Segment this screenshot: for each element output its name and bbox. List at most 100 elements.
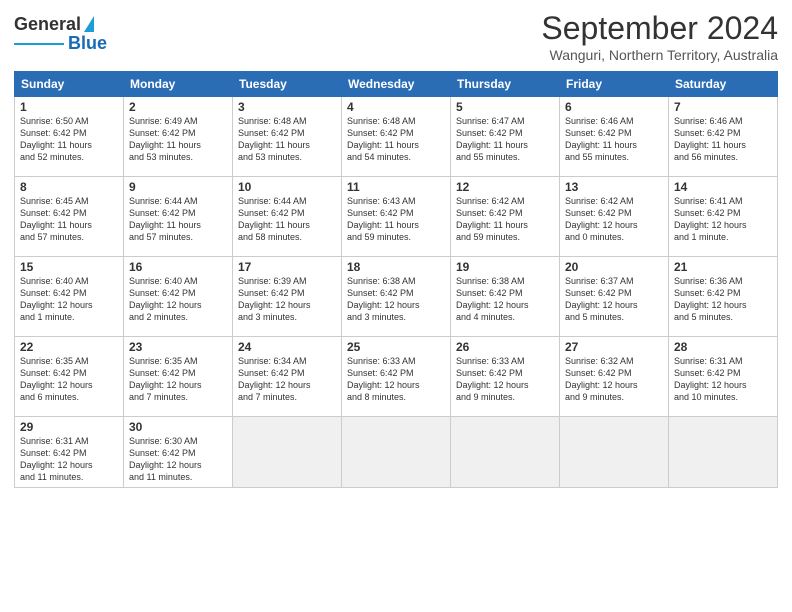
- month-title: September 2024: [541, 10, 778, 47]
- day-info: Sunrise: 6:30 AM Sunset: 6:42 PM Dayligh…: [129, 435, 227, 484]
- table-row: 4Sunrise: 6:48 AM Sunset: 6:42 PM Daylig…: [342, 97, 451, 177]
- day-number: 20: [565, 260, 663, 274]
- day-number: 21: [674, 260, 772, 274]
- table-row: 14Sunrise: 6:41 AM Sunset: 6:42 PM Dayli…: [669, 177, 778, 257]
- table-row: [342, 417, 451, 488]
- day-info: Sunrise: 6:48 AM Sunset: 6:42 PM Dayligh…: [347, 115, 445, 164]
- table-row: 27Sunrise: 6:32 AM Sunset: 6:42 PM Dayli…: [560, 337, 669, 417]
- day-number: 13: [565, 180, 663, 194]
- day-number: 30: [129, 420, 227, 434]
- header-friday: Friday: [560, 72, 669, 97]
- day-info: Sunrise: 6:42 AM Sunset: 6:42 PM Dayligh…: [565, 195, 663, 244]
- day-number: 22: [20, 340, 118, 354]
- day-info: Sunrise: 6:34 AM Sunset: 6:42 PM Dayligh…: [238, 355, 336, 404]
- table-row: 23Sunrise: 6:35 AM Sunset: 6:42 PM Dayli…: [124, 337, 233, 417]
- table-row: 1Sunrise: 6:50 AM Sunset: 6:42 PM Daylig…: [15, 97, 124, 177]
- table-row: 13Sunrise: 6:42 AM Sunset: 6:42 PM Dayli…: [560, 177, 669, 257]
- day-number: 6: [565, 100, 663, 114]
- day-info: Sunrise: 6:46 AM Sunset: 6:42 PM Dayligh…: [674, 115, 772, 164]
- day-info: Sunrise: 6:35 AM Sunset: 6:42 PM Dayligh…: [20, 355, 118, 404]
- table-row: 2Sunrise: 6:49 AM Sunset: 6:42 PM Daylig…: [124, 97, 233, 177]
- day-info: Sunrise: 6:37 AM Sunset: 6:42 PM Dayligh…: [565, 275, 663, 324]
- table-row: 7Sunrise: 6:46 AM Sunset: 6:42 PM Daylig…: [669, 97, 778, 177]
- day-number: 26: [456, 340, 554, 354]
- day-info: Sunrise: 6:32 AM Sunset: 6:42 PM Dayligh…: [565, 355, 663, 404]
- day-number: 2: [129, 100, 227, 114]
- day-info: Sunrise: 6:45 AM Sunset: 6:42 PM Dayligh…: [20, 195, 118, 244]
- page: General Blue September 2024 Wanguri, Nor…: [0, 0, 792, 612]
- day-info: Sunrise: 6:42 AM Sunset: 6:42 PM Dayligh…: [456, 195, 554, 244]
- table-row: 21Sunrise: 6:36 AM Sunset: 6:42 PM Dayli…: [669, 257, 778, 337]
- day-info: Sunrise: 6:44 AM Sunset: 6:42 PM Dayligh…: [129, 195, 227, 244]
- day-number: 29: [20, 420, 118, 434]
- logo-general: General: [14, 14, 81, 35]
- day-number: 19: [456, 260, 554, 274]
- day-number: 14: [674, 180, 772, 194]
- table-row: 17Sunrise: 6:39 AM Sunset: 6:42 PM Dayli…: [233, 257, 342, 337]
- table-row: 3Sunrise: 6:48 AM Sunset: 6:42 PM Daylig…: [233, 97, 342, 177]
- day-info: Sunrise: 6:50 AM Sunset: 6:42 PM Dayligh…: [20, 115, 118, 164]
- header: General Blue September 2024 Wanguri, Nor…: [14, 10, 778, 63]
- table-row: 22Sunrise: 6:35 AM Sunset: 6:42 PM Dayli…: [15, 337, 124, 417]
- day-info: Sunrise: 6:35 AM Sunset: 6:42 PM Dayligh…: [129, 355, 227, 404]
- table-row: 8Sunrise: 6:45 AM Sunset: 6:42 PM Daylig…: [15, 177, 124, 257]
- day-info: Sunrise: 6:40 AM Sunset: 6:42 PM Dayligh…: [20, 275, 118, 324]
- table-row: 16Sunrise: 6:40 AM Sunset: 6:42 PM Dayli…: [124, 257, 233, 337]
- day-info: Sunrise: 6:40 AM Sunset: 6:42 PM Dayligh…: [129, 275, 227, 324]
- table-row: 20Sunrise: 6:37 AM Sunset: 6:42 PM Dayli…: [560, 257, 669, 337]
- day-number: 18: [347, 260, 445, 274]
- day-info: Sunrise: 6:38 AM Sunset: 6:42 PM Dayligh…: [347, 275, 445, 324]
- day-number: 24: [238, 340, 336, 354]
- day-info: Sunrise: 6:46 AM Sunset: 6:42 PM Dayligh…: [565, 115, 663, 164]
- day-number: 9: [129, 180, 227, 194]
- day-number: 1: [20, 100, 118, 114]
- day-info: Sunrise: 6:33 AM Sunset: 6:42 PM Dayligh…: [456, 355, 554, 404]
- header-thursday: Thursday: [451, 72, 560, 97]
- table-row: 25Sunrise: 6:33 AM Sunset: 6:42 PM Dayli…: [342, 337, 451, 417]
- header-sunday: Sunday: [15, 72, 124, 97]
- calendar-header-row: Sunday Monday Tuesday Wednesday Thursday…: [15, 72, 778, 97]
- day-info: Sunrise: 6:41 AM Sunset: 6:42 PM Dayligh…: [674, 195, 772, 244]
- logo-triangle-icon: [84, 16, 94, 32]
- day-number: 10: [238, 180, 336, 194]
- table-row: 26Sunrise: 6:33 AM Sunset: 6:42 PM Dayli…: [451, 337, 560, 417]
- day-number: 11: [347, 180, 445, 194]
- header-tuesday: Tuesday: [233, 72, 342, 97]
- day-number: 27: [565, 340, 663, 354]
- logo-line: [14, 43, 64, 45]
- day-number: 8: [20, 180, 118, 194]
- table-row: 6Sunrise: 6:46 AM Sunset: 6:42 PM Daylig…: [560, 97, 669, 177]
- day-number: 5: [456, 100, 554, 114]
- day-info: Sunrise: 6:36 AM Sunset: 6:42 PM Dayligh…: [674, 275, 772, 324]
- header-monday: Monday: [124, 72, 233, 97]
- calendar-table: Sunday Monday Tuesday Wednesday Thursday…: [14, 71, 778, 488]
- table-row: [669, 417, 778, 488]
- logo: General Blue: [14, 14, 107, 54]
- day-number: 28: [674, 340, 772, 354]
- day-info: Sunrise: 6:31 AM Sunset: 6:42 PM Dayligh…: [20, 435, 118, 484]
- table-row: [451, 417, 560, 488]
- day-number: 3: [238, 100, 336, 114]
- table-row: 24Sunrise: 6:34 AM Sunset: 6:42 PM Dayli…: [233, 337, 342, 417]
- day-info: Sunrise: 6:43 AM Sunset: 6:42 PM Dayligh…: [347, 195, 445, 244]
- table-row: 11Sunrise: 6:43 AM Sunset: 6:42 PM Dayli…: [342, 177, 451, 257]
- day-info: Sunrise: 6:47 AM Sunset: 6:42 PM Dayligh…: [456, 115, 554, 164]
- day-number: 16: [129, 260, 227, 274]
- day-number: 15: [20, 260, 118, 274]
- table-row: 12Sunrise: 6:42 AM Sunset: 6:42 PM Dayli…: [451, 177, 560, 257]
- table-row: [560, 417, 669, 488]
- table-row: 29Sunrise: 6:31 AM Sunset: 6:42 PM Dayli…: [15, 417, 124, 488]
- day-info: Sunrise: 6:38 AM Sunset: 6:42 PM Dayligh…: [456, 275, 554, 324]
- subtitle: Wanguri, Northern Territory, Australia: [541, 47, 778, 63]
- day-info: Sunrise: 6:31 AM Sunset: 6:42 PM Dayligh…: [674, 355, 772, 404]
- table-row: 28Sunrise: 6:31 AM Sunset: 6:42 PM Dayli…: [669, 337, 778, 417]
- table-row: 19Sunrise: 6:38 AM Sunset: 6:42 PM Dayli…: [451, 257, 560, 337]
- table-row: 10Sunrise: 6:44 AM Sunset: 6:42 PM Dayli…: [233, 177, 342, 257]
- day-number: 25: [347, 340, 445, 354]
- title-area: September 2024 Wanguri, Northern Territo…: [541, 10, 778, 63]
- day-info: Sunrise: 6:44 AM Sunset: 6:42 PM Dayligh…: [238, 195, 336, 244]
- table-row: 15Sunrise: 6:40 AM Sunset: 6:42 PM Dayli…: [15, 257, 124, 337]
- day-info: Sunrise: 6:49 AM Sunset: 6:42 PM Dayligh…: [129, 115, 227, 164]
- table-row: 18Sunrise: 6:38 AM Sunset: 6:42 PM Dayli…: [342, 257, 451, 337]
- day-info: Sunrise: 6:33 AM Sunset: 6:42 PM Dayligh…: [347, 355, 445, 404]
